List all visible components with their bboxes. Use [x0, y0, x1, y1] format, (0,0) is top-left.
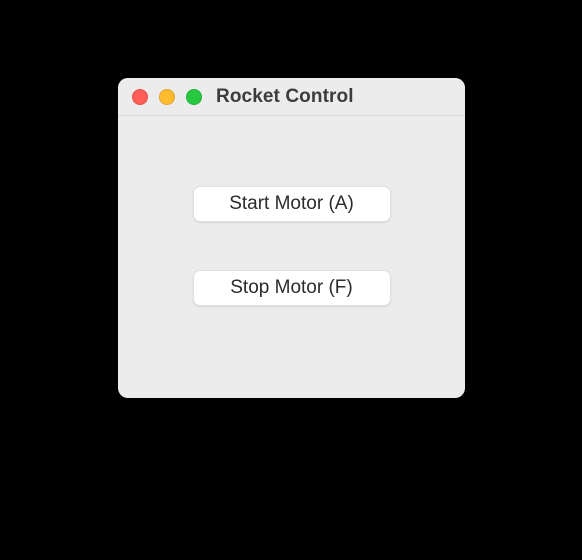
zoom-icon[interactable] — [186, 89, 202, 105]
app-window: Rocket Control Start Motor (A) Stop Moto… — [118, 78, 465, 398]
titlebar[interactable]: Rocket Control — [118, 78, 465, 116]
minimize-icon[interactable] — [159, 89, 175, 105]
window-title: Rocket Control — [216, 86, 354, 108]
stop-motor-button[interactable]: Stop Motor (F) — [193, 270, 391, 306]
close-icon[interactable] — [132, 89, 148, 105]
start-motor-button[interactable]: Start Motor (A) — [193, 186, 391, 222]
traffic-lights — [132, 89, 202, 105]
window-content: Start Motor (A) Stop Motor (F) — [118, 116, 465, 306]
